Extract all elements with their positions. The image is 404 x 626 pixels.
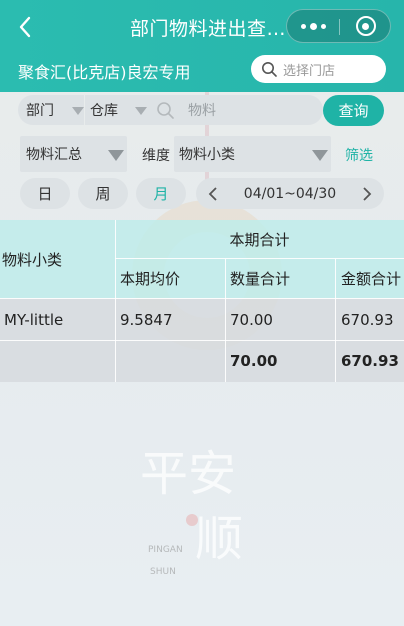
totals-qty: 70.00 [230, 352, 278, 370]
more-button[interactable] [287, 10, 339, 42]
material-search-input[interactable]: 物料 [151, 95, 323, 125]
totals-amount: 670.93 [341, 352, 399, 370]
store-search-placeholder: 选择门店 [283, 63, 336, 79]
date-range-label: 04/01~04/30 [243, 185, 337, 202]
search-icon [157, 102, 174, 119]
chevron-right-icon[interactable] [362, 186, 372, 201]
period-month-button[interactable]: 月 [136, 178, 186, 209]
query-button[interactable]: 查询 [323, 95, 384, 126]
table-row-category: MY-little [4, 311, 64, 329]
store-search-input[interactable]: 选择门店 [251, 55, 386, 83]
page-title: 部门物料进出查… [130, 18, 287, 40]
watermark-logo: 平安 顺 PINGAN SHUN [140, 420, 280, 580]
warehouse-label: 仓库 [90, 103, 118, 119]
warehouse-select[interactable]: 仓库 [85, 95, 151, 125]
caret-down-icon [72, 107, 84, 115]
column-header-amount-total: 金额合计 [341, 269, 402, 288]
column-group-header-period-total: 本期合计 [229, 230, 290, 249]
filter-link[interactable]: 筛选 [345, 145, 373, 165]
summary-select-label: 物料汇总 [26, 147, 82, 163]
department-label: 部门 [26, 103, 54, 119]
caret-down-icon [108, 150, 124, 161]
dimension-select[interactable]: 物料小类 [174, 136, 331, 172]
material-placeholder: 物料 [188, 103, 216, 119]
more-dots-icon [300, 23, 306, 29]
date-range-picker: 04/01~04/30 [196, 178, 384, 209]
store-name: 聚食汇(比克店)良宏专用 [18, 63, 191, 82]
table-row-avg-price: 9.5847 [120, 311, 173, 329]
close-mini-program-button[interactable] [340, 10, 391, 42]
chevron-left-icon [19, 16, 31, 38]
period-week-button[interactable]: 周 [78, 178, 128, 209]
header-bar: 部门物料进出查… 聚食汇(比克店)良宏专用 选择门店 [0, 0, 404, 92]
search-icon [262, 62, 277, 77]
dimension-select-label: 物料小类 [179, 147, 235, 163]
summary-select[interactable]: 物料汇总 [20, 136, 127, 172]
watermark-pinyin-2: SHUN [150, 567, 176, 577]
svg-text:平安: 平安 [140, 446, 236, 502]
dimension-label: 维度 [142, 148, 170, 164]
column-header-category: 物料小类 [2, 250, 63, 269]
department-select[interactable]: 部门 [18, 95, 84, 125]
column-header-qty-total: 数量合计 [230, 269, 291, 288]
chevron-left-icon[interactable] [208, 186, 218, 201]
caret-down-icon [312, 150, 328, 161]
column-header-avg-price: 本期均价 [120, 269, 181, 288]
watermark-pinyin-1: PINGAN [148, 545, 183, 555]
back-button[interactable] [8, 10, 42, 44]
caret-down-icon [135, 107, 147, 115]
period-day-button[interactable]: 日 [20, 178, 70, 209]
table-row-amount: 670.93 [341, 311, 394, 329]
svg-text:顺: 顺 [195, 511, 243, 567]
table-row-qty: 70.00 [230, 311, 273, 329]
mini-program-capsule [286, 9, 391, 43]
target-icon [355, 16, 376, 36]
